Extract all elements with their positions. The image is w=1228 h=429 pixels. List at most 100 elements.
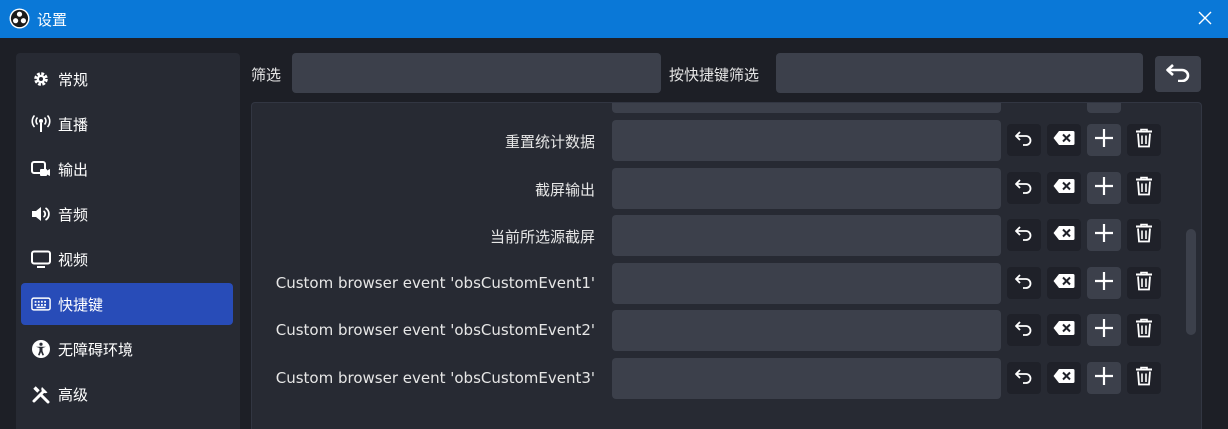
sidebar-item-accessibility[interactable]: 无障碍环境 <box>21 328 233 370</box>
sidebar-item-general[interactable]: 常规 <box>21 58 233 100</box>
antenna-icon <box>31 114 51 134</box>
add-hotkey-button[interactable] <box>1087 219 1121 251</box>
clear-hotkey-button[interactable] <box>1047 361 1081 394</box>
filter-input[interactable] <box>292 53 661 93</box>
backspace-clear-icon <box>1053 320 1075 340</box>
clear-hotkey-button[interactable] <box>1047 266 1081 299</box>
plus-icon <box>1094 223 1114 247</box>
backspace-clear-icon <box>1053 178 1075 198</box>
hotkey-action-label: Custom browser event 'obsCustomEvent1' <box>275 273 595 292</box>
remove-hotkey-button[interactable] <box>1127 314 1161 346</box>
remove-hotkey-button[interactable] <box>1127 266 1161 299</box>
clear-hotkey-button[interactable] <box>1047 219 1081 251</box>
plus-icon <box>1094 128 1114 152</box>
revert-hotkey-button[interactable] <box>1007 266 1041 299</box>
gear-icon <box>31 69 51 89</box>
sidebar-item-label: 输出 <box>58 161 89 179</box>
add-hotkey-button[interactable] <box>1087 266 1121 299</box>
sidebar-item-stream[interactable]: 直播 <box>21 103 233 145</box>
sidebar-item-audio[interactable]: 音频 <box>21 193 233 235</box>
revert-hotkey-button[interactable] <box>1007 219 1041 251</box>
revert-hotkey-button[interactable] <box>1007 171 1041 204</box>
hotkey-filter-label: 按快捷键筛选 <box>669 66 760 84</box>
clear-hotkey-button[interactable] <box>1047 171 1081 204</box>
add-hotkey-button[interactable] <box>1087 314 1121 346</box>
backspace-clear-icon <box>1053 130 1075 150</box>
hotkey-list: 重置统计数据 截屏输出 当前所选源截屏 Custom browser event… <box>251 102 1202 429</box>
plus-icon <box>1094 271 1114 295</box>
sidebar-item-label: 快捷键 <box>58 296 104 314</box>
trash-icon <box>1135 366 1153 390</box>
remove-hotkey-button[interactable] <box>1127 219 1161 251</box>
plus-icon <box>1094 366 1114 390</box>
hotkey-action-label: Custom browser event 'obsCustomEvent2' <box>275 321 595 339</box>
close-icon <box>1198 10 1212 29</box>
obs-logo-icon <box>9 8 30 29</box>
revert-hotkey-button[interactable] <box>1007 124 1041 156</box>
output-icon <box>31 159 51 179</box>
sidebar-item-label: 音频 <box>58 206 89 224</box>
sidebar-item-output[interactable]: 输出 <box>21 148 233 190</box>
hotkey-filter-input[interactable] <box>776 53 1143 93</box>
hotkey-action-label: 截屏输出 <box>534 180 595 199</box>
add-hotkey-button[interactable] <box>1087 124 1121 156</box>
hotkey-action-label: Custom browser event 'obsCustomEvent3' <box>275 368 595 387</box>
scrollbar-thumb[interactable] <box>1186 229 1196 335</box>
undo-icon <box>1014 273 1034 293</box>
accessibility-icon <box>31 339 51 359</box>
revert-hotkey-button[interactable] <box>1007 361 1041 394</box>
hotkey-input[interactable] <box>612 103 1001 113</box>
tools-icon <box>31 384 51 404</box>
add-hotkey-button[interactable] <box>1087 103 1121 113</box>
hotkey-input[interactable] <box>612 357 1001 399</box>
hotkey-input[interactable] <box>612 310 1001 351</box>
add-hotkey-button[interactable] <box>1087 171 1121 204</box>
undo-icon <box>1165 62 1191 86</box>
speaker-icon <box>31 204 51 224</box>
clear-hotkey-button[interactable] <box>1047 124 1081 156</box>
sidebar-item-hotkeys[interactable]: 快捷键 <box>21 283 233 325</box>
undo-icon <box>1014 130 1034 150</box>
undo-icon <box>1014 320 1034 340</box>
settings-sidebar: 常规 直播 输出 音频 视频 快捷键 无障碍环境 高级 <box>16 53 240 429</box>
undo-icon <box>1014 368 1034 388</box>
reset-filter-button[interactable] <box>1155 56 1201 92</box>
revert-hotkey-button[interactable] <box>1007 314 1041 346</box>
remove-hotkey-button[interactable] <box>1127 171 1161 204</box>
plus-icon <box>1094 176 1114 200</box>
clear-hotkey-button[interactable] <box>1047 314 1081 346</box>
window-title: 设置 <box>37 11 68 29</box>
sidebar-item-video[interactable]: 视频 <box>21 238 233 280</box>
trash-icon <box>1135 271 1153 295</box>
sidebar-item-label: 视频 <box>58 251 89 269</box>
sidebar-item-label: 高级 <box>58 386 89 404</box>
hotkey-action-label: 当前所选源截屏 <box>489 228 595 246</box>
filter-label: 筛选 <box>251 66 282 84</box>
backspace-clear-icon <box>1053 368 1075 388</box>
undo-icon <box>1014 178 1034 198</box>
trash-icon <box>1135 318 1153 342</box>
hotkey-input[interactable] <box>612 215 1001 256</box>
undo-icon <box>1014 225 1034 245</box>
keyboard-icon <box>31 294 51 314</box>
remove-hotkey-button[interactable] <box>1127 124 1161 156</box>
add-hotkey-button[interactable] <box>1087 361 1121 394</box>
hotkey-input[interactable] <box>612 167 1001 209</box>
sidebar-item-advanced[interactable]: 高级 <box>21 373 233 415</box>
monitor-icon <box>31 249 51 269</box>
hotkey-input[interactable] <box>612 262 1001 304</box>
trash-icon <box>1135 128 1153 152</box>
sidebar-item-label: 直播 <box>58 116 89 134</box>
title-bar: 设置 <box>0 0 1228 38</box>
plus-icon <box>1094 318 1114 342</box>
remove-hotkey-button[interactable] <box>1127 361 1161 394</box>
close-button[interactable] <box>1182 0 1228 38</box>
hotkey-action-label: 重置统计数据 <box>504 133 595 151</box>
hotkey-input[interactable] <box>612 120 1001 161</box>
sidebar-item-label: 常规 <box>58 71 89 89</box>
backspace-clear-icon <box>1053 273 1075 293</box>
backspace-clear-icon <box>1053 225 1075 245</box>
trash-icon <box>1135 223 1153 247</box>
sidebar-item-label: 无障碍环境 <box>58 341 134 359</box>
trash-icon <box>1135 176 1153 200</box>
